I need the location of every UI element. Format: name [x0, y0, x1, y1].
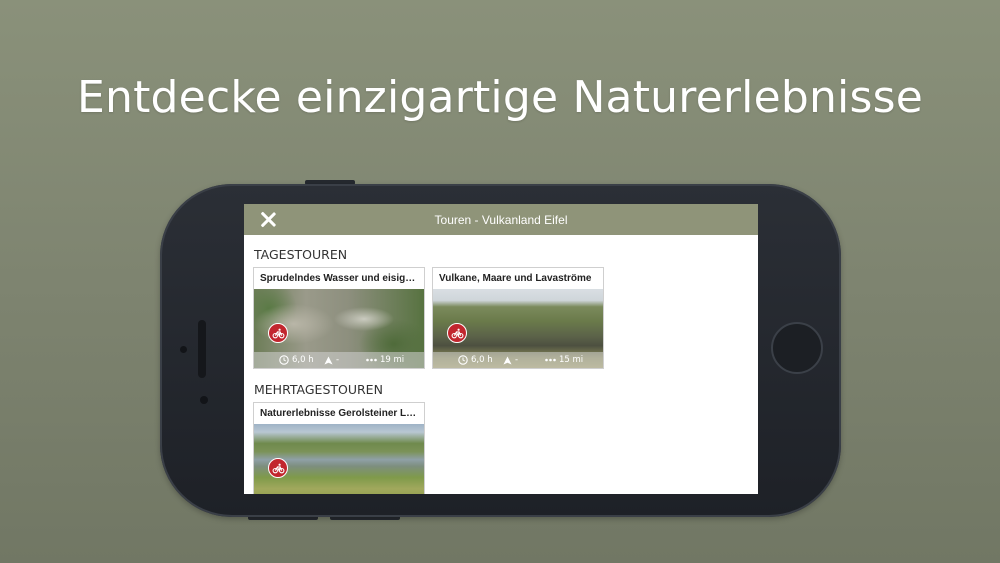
tour-ascent: - — [336, 355, 340, 365]
tour-duration: 6,0 h — [471, 355, 493, 365]
bike-icon — [447, 323, 467, 343]
phone-home-button — [771, 322, 823, 374]
tour-distance: 15 mi — [559, 355, 584, 365]
section-title-tagestouren: TAGESTOUREN — [254, 247, 348, 262]
ascent-icon — [503, 355, 512, 365]
tour-stats: 6,0 h - 15 mi — [433, 353, 603, 368]
tour-distance: 19 mi — [380, 355, 405, 365]
close-icon[interactable] — [260, 211, 277, 228]
tour-card-image: 6,0 h - 19 mi — [254, 289, 424, 368]
section-title-mehrtagestouren: MEHRTAGESTOUREN — [254, 382, 383, 397]
tour-card[interactable]: Vulkane, Maare und Lavaströme 6,0 h - 15… — [432, 267, 604, 369]
tour-card-title: Vulkane, Maare und Lavaströme — [433, 268, 603, 289]
app-screen: Touren - Vulkanland Eifel TAGESTOUREN Sp… — [244, 204, 758, 494]
bike-icon — [268, 323, 288, 343]
headline: Entdecke einzigartige Naturerlebnisse — [77, 72, 923, 123]
clock-icon — [458, 355, 468, 365]
distance-icon — [366, 358, 377, 362]
clock-icon — [279, 355, 289, 365]
tour-card-title: Sprudelndes Wasser und eisigen Höhlen — [254, 268, 424, 289]
phone-camera — [200, 396, 208, 404]
screen-title: Touren - Vulkanland Eifel — [434, 212, 568, 227]
bike-icon — [268, 458, 288, 478]
phone-sensor — [180, 346, 187, 353]
tour-stats: 6,0 h - 19 mi — [254, 353, 424, 368]
tour-card[interactable]: Naturerlebnisse Gerolsteiner Land — [253, 402, 425, 494]
top-bar: Touren - Vulkanland Eifel — [244, 204, 758, 235]
tour-card-image: 6,0 h - 15 mi — [433, 289, 603, 368]
tour-ascent: - — [515, 355, 519, 365]
tour-card-title: Naturerlebnisse Gerolsteiner Land — [254, 403, 424, 424]
phone-speaker — [198, 320, 206, 378]
tour-card-image — [254, 424, 424, 494]
ascent-icon — [324, 355, 333, 365]
tour-card[interactable]: Sprudelndes Wasser und eisigen Höhlen 6,… — [253, 267, 425, 369]
tour-duration: 6,0 h — [292, 355, 314, 365]
distance-icon — [545, 358, 556, 362]
